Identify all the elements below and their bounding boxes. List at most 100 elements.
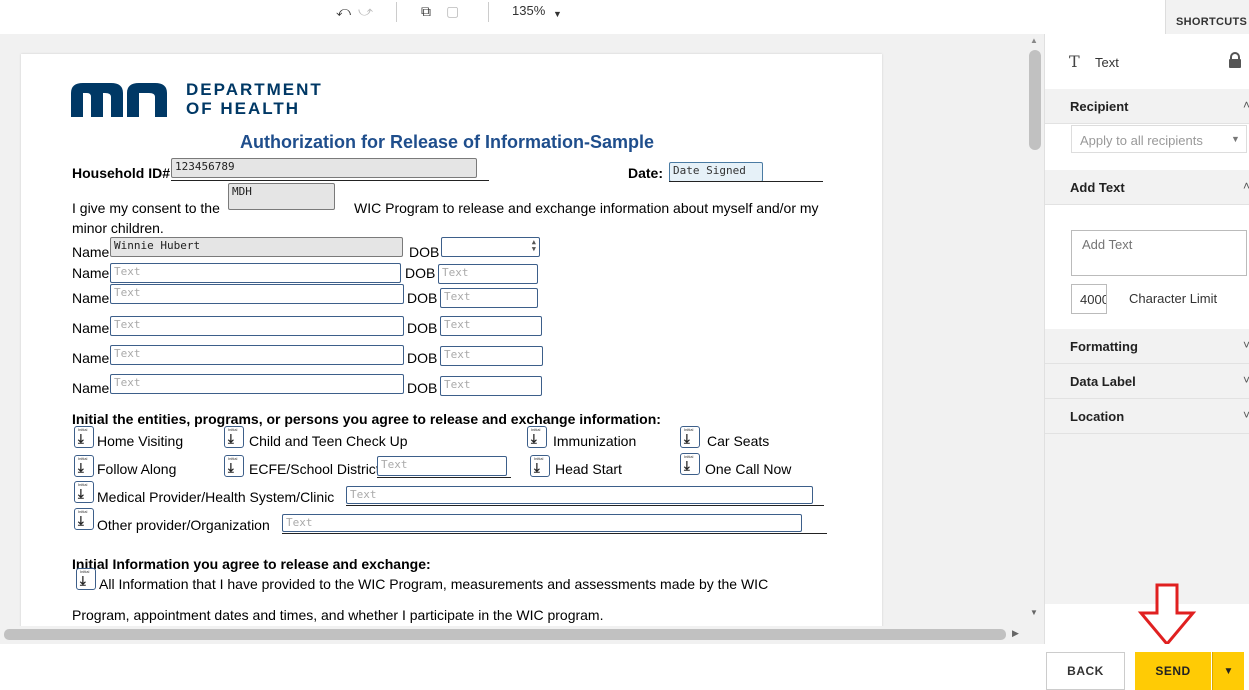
- entity-immunization: Immunization: [553, 433, 637, 449]
- data-label-section-header[interactable]: Data Label ˅: [1045, 364, 1249, 399]
- entity-child-teen: Child and Teen Check Up: [249, 433, 408, 449]
- add-text-input[interactable]: [1071, 230, 1247, 276]
- mn-logo-icon: [71, 83, 167, 117]
- horizontal-scrollbar[interactable]: ▶: [0, 626, 1044, 644]
- medical-provider-field[interactable]: Text: [346, 486, 813, 504]
- zoom-dropdown-icon[interactable]: ▼: [553, 6, 562, 22]
- character-limit-label: Character Limit: [1129, 291, 1218, 306]
- field-type-label: Text: [1095, 55, 1119, 70]
- chevron-down-icon: ▼: [1231, 134, 1240, 144]
- paste-icon[interactable]: ▢: [446, 3, 459, 19]
- shortcuts-button[interactable]: SHORTCUTS: [1165, 0, 1249, 34]
- name-field-2[interactable]: Text: [110, 263, 401, 283]
- toolbar-divider: [396, 2, 397, 22]
- add-text-section-header[interactable]: Add Text ˄: [1045, 170, 1249, 205]
- info-line2: Program, appointment dates and times, an…: [72, 607, 604, 623]
- add-text-title: Add Text: [1070, 180, 1125, 195]
- download-icon: ⤓: [531, 431, 537, 446]
- chevron-down-icon: ˅: [1243, 408, 1249, 422]
- dob-field-3[interactable]: Text: [440, 288, 538, 308]
- name-field-1[interactable]: Winnie Hubert: [110, 237, 403, 257]
- send-options-dropdown[interactable]: ▼: [1212, 652, 1244, 690]
- data-label-title: Data Label: [1070, 374, 1136, 389]
- date-signed-field[interactable]: Date Signed: [669, 162, 763, 182]
- name-field-6[interactable]: Text: [110, 374, 404, 394]
- document-viewer: DEPARTMENT OF HEALTH Authorization for R…: [0, 34, 1044, 644]
- recipient-section-header[interactable]: Recipient ˄: [1045, 89, 1249, 124]
- chevron-down-icon: ▼: [1223, 665, 1234, 677]
- send-button[interactable]: SEND: [1135, 652, 1211, 690]
- scroll-right-icon[interactable]: ▶: [1012, 628, 1019, 639]
- app-window: ⤺ ⤻ ⧉ ▢ 135% ▼ SHORTCUTS DEPARTMENT OF H…: [0, 0, 1249, 690]
- location-title: Location: [1070, 409, 1125, 424]
- initial-box[interactable]: Initial ⤓: [680, 453, 700, 475]
- ecfe-district-field[interactable]: Text: [377, 456, 507, 476]
- name-field-4[interactable]: Text: [110, 316, 404, 336]
- character-limit-input[interactable]: [1071, 284, 1107, 314]
- consent-line2: minor children.: [72, 220, 164, 236]
- scroll-up-icon[interactable]: ▲: [1030, 36, 1038, 45]
- formatting-section-header[interactable]: Formatting ˅: [1045, 329, 1249, 364]
- toolbar: ⤺ ⤻ ⧉ ▢ 135% ▼ SHORTCUTS: [0, 0, 1249, 34]
- chevron-up-icon: ˄: [1243, 98, 1249, 112]
- chevron-up-icon: ˄: [1243, 179, 1249, 193]
- download-icon: ⤓: [228, 431, 234, 446]
- download-icon: ⤓: [684, 431, 690, 446]
- document-title: Authorization for Release of Information…: [240, 132, 655, 152]
- initial-box[interactable]: Initial ⤓: [76, 568, 96, 590]
- back-button[interactable]: BACK: [1046, 652, 1125, 690]
- initial-box[interactable]: Initial ⤓: [530, 455, 550, 477]
- household-id-field[interactable]: 123456789: [171, 158, 477, 178]
- download-icon: ⤓: [80, 573, 86, 588]
- recipient-select[interactable]: Apply to all recipients ▼: [1071, 125, 1247, 153]
- vertical-scrollbar[interactable]: ▲ ▼: [1025, 34, 1044, 630]
- recipient-select-value: Apply to all recipients: [1080, 133, 1203, 148]
- underline: [282, 533, 827, 534]
- footer-bar: BACK SEND ▼: [0, 644, 1249, 690]
- date-label: Date:: [628, 165, 664, 181]
- name-field-3[interactable]: Text: [110, 284, 404, 304]
- copy-icon[interactable]: ⧉: [421, 3, 431, 19]
- name-label: Name: [72, 380, 110, 396]
- text-field-icon: T: [1069, 52, 1080, 71]
- initial-box[interactable]: Initial ⤓: [224, 426, 244, 448]
- scroll-down-icon[interactable]: ▼: [1030, 608, 1038, 617]
- initial-box[interactable]: Initial ⤓: [74, 455, 94, 477]
- underline: [669, 181, 823, 182]
- dob-label: DOB: [407, 320, 438, 336]
- name-label: Name: [72, 320, 110, 336]
- initial-box[interactable]: Initial ⤓: [74, 481, 94, 503]
- entity-home-visiting: Home Visiting: [97, 433, 184, 449]
- initial-box[interactable]: Initial ⤓: [74, 426, 94, 448]
- underline: [171, 180, 489, 181]
- initial-box[interactable]: Initial ⤓: [527, 426, 547, 448]
- consent-organization-field[interactable]: MDH: [228, 183, 335, 210]
- dob-field-5[interactable]: Text: [440, 346, 543, 366]
- entity-ecfe: ECFE/School District: [249, 461, 380, 477]
- dob-field-2[interactable]: Text: [438, 264, 538, 284]
- entity-car-seats: Car Seats: [707, 433, 770, 449]
- initial-box[interactable]: Initial ⤓: [74, 508, 94, 530]
- lock-icon[interactable]: [1228, 52, 1242, 68]
- dob-field-4[interactable]: Text: [440, 316, 542, 336]
- dob-field-6[interactable]: Text: [440, 376, 542, 396]
- stepper-icon[interactable]: ▲ ▼: [532, 239, 536, 253]
- dob-label: DOB: [409, 244, 440, 260]
- download-icon: ⤓: [78, 431, 84, 446]
- horizontal-scroll-thumb[interactable]: [4, 629, 1006, 640]
- zoom-level[interactable]: 135%: [512, 3, 545, 19]
- location-section-header[interactable]: Location ˅: [1045, 399, 1249, 434]
- name-label: Name: [72, 265, 110, 281]
- other-provider-field[interactable]: Text: [282, 514, 802, 532]
- vertical-scroll-thumb[interactable]: [1029, 50, 1041, 150]
- underline: [346, 505, 824, 506]
- entity-follow-along: Follow Along: [97, 461, 177, 477]
- initial-box[interactable]: Initial ⤓: [680, 426, 700, 448]
- redo-icon[interactable]: ⤻: [358, 3, 373, 19]
- initial-box[interactable]: Initial ⤓: [224, 455, 244, 477]
- dob-field-1[interactable]: ▲ ▼: [441, 237, 540, 257]
- undo-icon[interactable]: ⤺: [336, 3, 351, 19]
- name-field-5[interactable]: Text: [110, 345, 404, 365]
- name-label: Name: [72, 244, 110, 260]
- entities-heading: Initial the entities, programs, or perso…: [72, 411, 661, 427]
